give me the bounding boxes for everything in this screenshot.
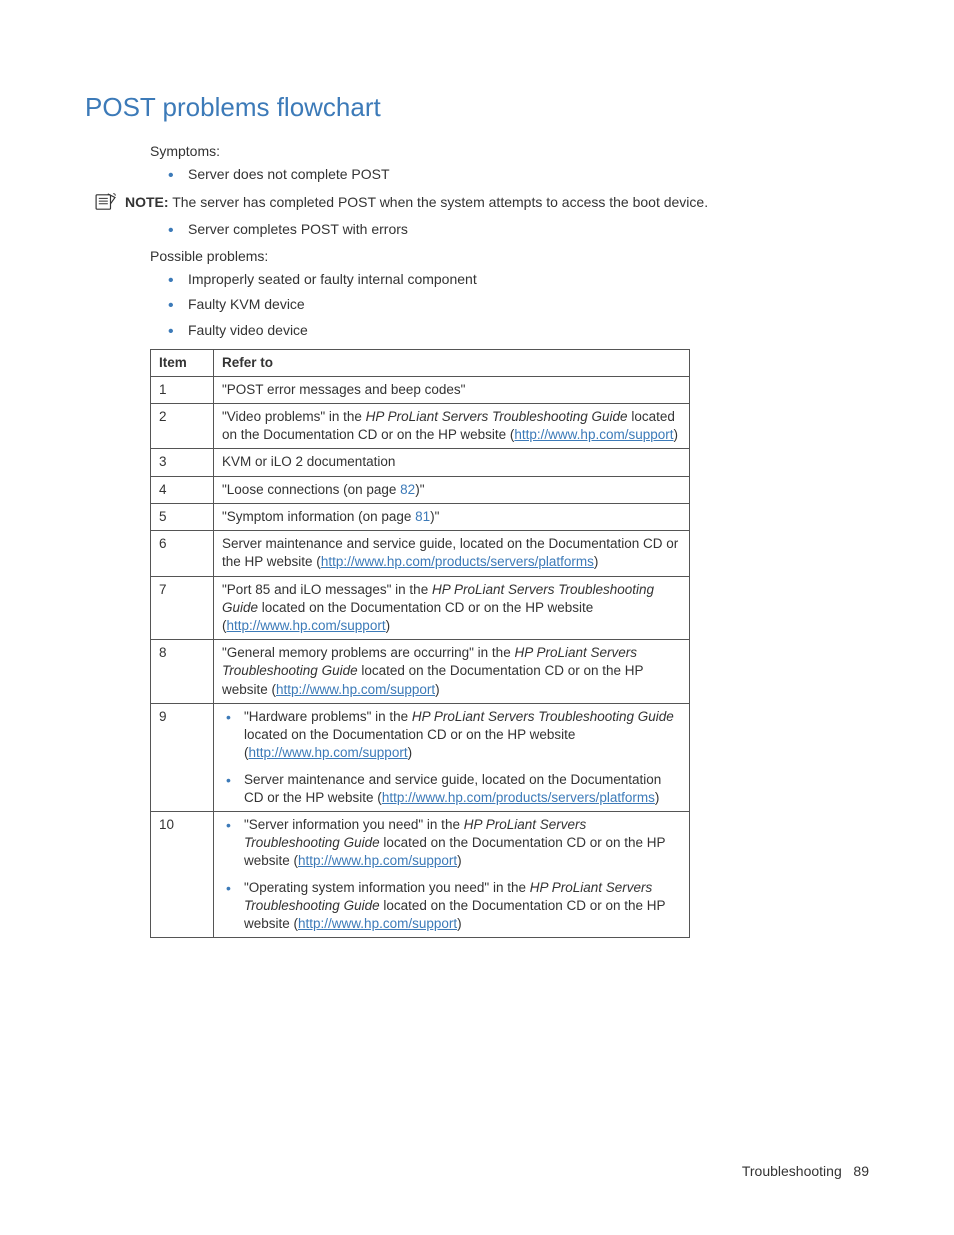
table-row: 1"POST error messages and beep codes" [151, 376, 690, 403]
table-cell-item: 10 [151, 811, 214, 937]
table-cell-refer: "Port 85 and iLO messages" in the HP Pro… [214, 576, 690, 640]
table-row: 3KVM or iLO 2 documentation [151, 449, 690, 476]
table-row: 2"Video problems" in the HP ProLiant Ser… [151, 404, 690, 449]
page-reference[interactable]: 81 [415, 509, 430, 524]
table-row: 10"Server information you need" in the H… [151, 811, 690, 937]
note-icon [95, 193, 117, 211]
table-cell-item: 6 [151, 531, 214, 576]
cell-bullet-list: "Hardware problems" in the HP ProLiant S… [222, 708, 681, 807]
symptoms2-list: Server completes POST with errors [150, 220, 869, 240]
hyperlink[interactable]: http://www.hp.com/support [276, 682, 435, 697]
reference-table: Item Refer to 1"POST error messages and … [150, 349, 690, 939]
list-item: "Hardware problems" in the HP ProLiant S… [222, 708, 681, 763]
page-title: POST problems flowchart [85, 92, 869, 123]
table-cell-refer: "Symptom information (on page 81)" [214, 503, 690, 530]
table-cell-item: 4 [151, 476, 214, 503]
italic-title: HP ProLiant Servers Troubleshooting Guid… [366, 409, 628, 424]
list-item: Faulty KVM device [150, 295, 869, 315]
italic-title: HP ProLiant Servers Troubleshooting Guid… [244, 817, 586, 850]
note-text: NOTE: The server has completed POST when… [125, 193, 708, 213]
page-reference[interactable]: 82 [400, 482, 415, 497]
page-content: POST problems flowchart Symptoms: Server… [0, 0, 954, 938]
table-cell-item: 9 [151, 703, 214, 811]
table-cell-item: 7 [151, 576, 214, 640]
table-cell-item: 2 [151, 404, 214, 449]
italic-title: HP ProLiant Servers Troubleshooting Guid… [222, 582, 654, 615]
table-cell-refer: "Loose connections (on page 82)" [214, 476, 690, 503]
footer-page: 89 [853, 1163, 869, 1179]
cell-bullet-list: "Server information you need" in the HP … [222, 816, 681, 933]
table-row: 8"General memory problems are occurring"… [151, 640, 690, 704]
symptoms-label: Symptoms: [150, 143, 869, 159]
list-item: Improperly seated or faulty internal com… [150, 270, 869, 290]
symptoms-block: Symptoms: Server does not complete POST [150, 143, 869, 185]
list-item: Server maintenance and service guide, lo… [222, 771, 681, 807]
table-row: 7"Port 85 and iLO messages" in the HP Pr… [151, 576, 690, 640]
list-item: Server does not complete POST [150, 165, 869, 185]
possible-label: Possible problems: [150, 248, 869, 264]
page-footer: Troubleshooting 89 [742, 1163, 869, 1179]
table-cell-refer: KVM or iLO 2 documentation [214, 449, 690, 476]
table-row: 4"Loose connections (on page 82)" [151, 476, 690, 503]
table-header-item: Item [151, 349, 214, 376]
table-cell-refer: "General memory problems are occurring" … [214, 640, 690, 704]
possible-list: Improperly seated or faulty internal com… [150, 270, 869, 341]
table-cell-item: 8 [151, 640, 214, 704]
table-cell-refer: "Video problems" in the HP ProLiant Serv… [214, 404, 690, 449]
italic-title: HP ProLiant Servers Troubleshooting Guid… [222, 645, 637, 678]
table-cell-refer: "Hardware problems" in the HP ProLiant S… [214, 703, 690, 811]
table-cell-item: 1 [151, 376, 214, 403]
table-row: 9"Hardware problems" in the HP ProLiant … [151, 703, 690, 811]
italic-title: HP ProLiant Servers Troubleshooting Guid… [412, 709, 674, 724]
table-cell-refer: "POST error messages and beep codes" [214, 376, 690, 403]
note-block: NOTE: The server has completed POST when… [95, 193, 869, 213]
table-cell-item: 5 [151, 503, 214, 530]
hyperlink[interactable]: http://www.hp.com/products/servers/platf… [382, 790, 655, 805]
table-cell-item: 3 [151, 449, 214, 476]
list-item: "Operating system information you need" … [222, 879, 681, 934]
hyperlink[interactable]: http://www.hp.com/products/servers/platf… [321, 554, 594, 569]
table-header-refer: Refer to [214, 349, 690, 376]
table-cell-refer: Server maintenance and service guide, lo… [214, 531, 690, 576]
footer-section: Troubleshooting [742, 1163, 842, 1179]
table-row: 6Server maintenance and service guide, l… [151, 531, 690, 576]
note-label: NOTE: [125, 194, 169, 210]
hyperlink[interactable]: http://www.hp.com/support [249, 745, 408, 760]
list-item: Faulty video device [150, 321, 869, 341]
hyperlink[interactable]: http://www.hp.com/support [514, 427, 673, 442]
table-row: 5"Symptom information (on page 81)" [151, 503, 690, 530]
table-cell-refer: "Server information you need" in the HP … [214, 811, 690, 937]
list-item: Server completes POST with errors [150, 220, 869, 240]
hyperlink[interactable]: http://www.hp.com/support [298, 916, 457, 931]
note-body: The server has completed POST when the s… [172, 194, 708, 210]
symptoms-list: Server does not complete POST [150, 165, 869, 185]
hyperlink[interactable]: http://www.hp.com/support [227, 618, 386, 633]
list-item: "Server information you need" in the HP … [222, 816, 681, 871]
hyperlink[interactable]: http://www.hp.com/support [298, 853, 457, 868]
italic-title: HP ProLiant Servers Troubleshooting Guid… [244, 880, 652, 913]
symptoms2-block: Server completes POST with errors Possib… [150, 220, 869, 340]
